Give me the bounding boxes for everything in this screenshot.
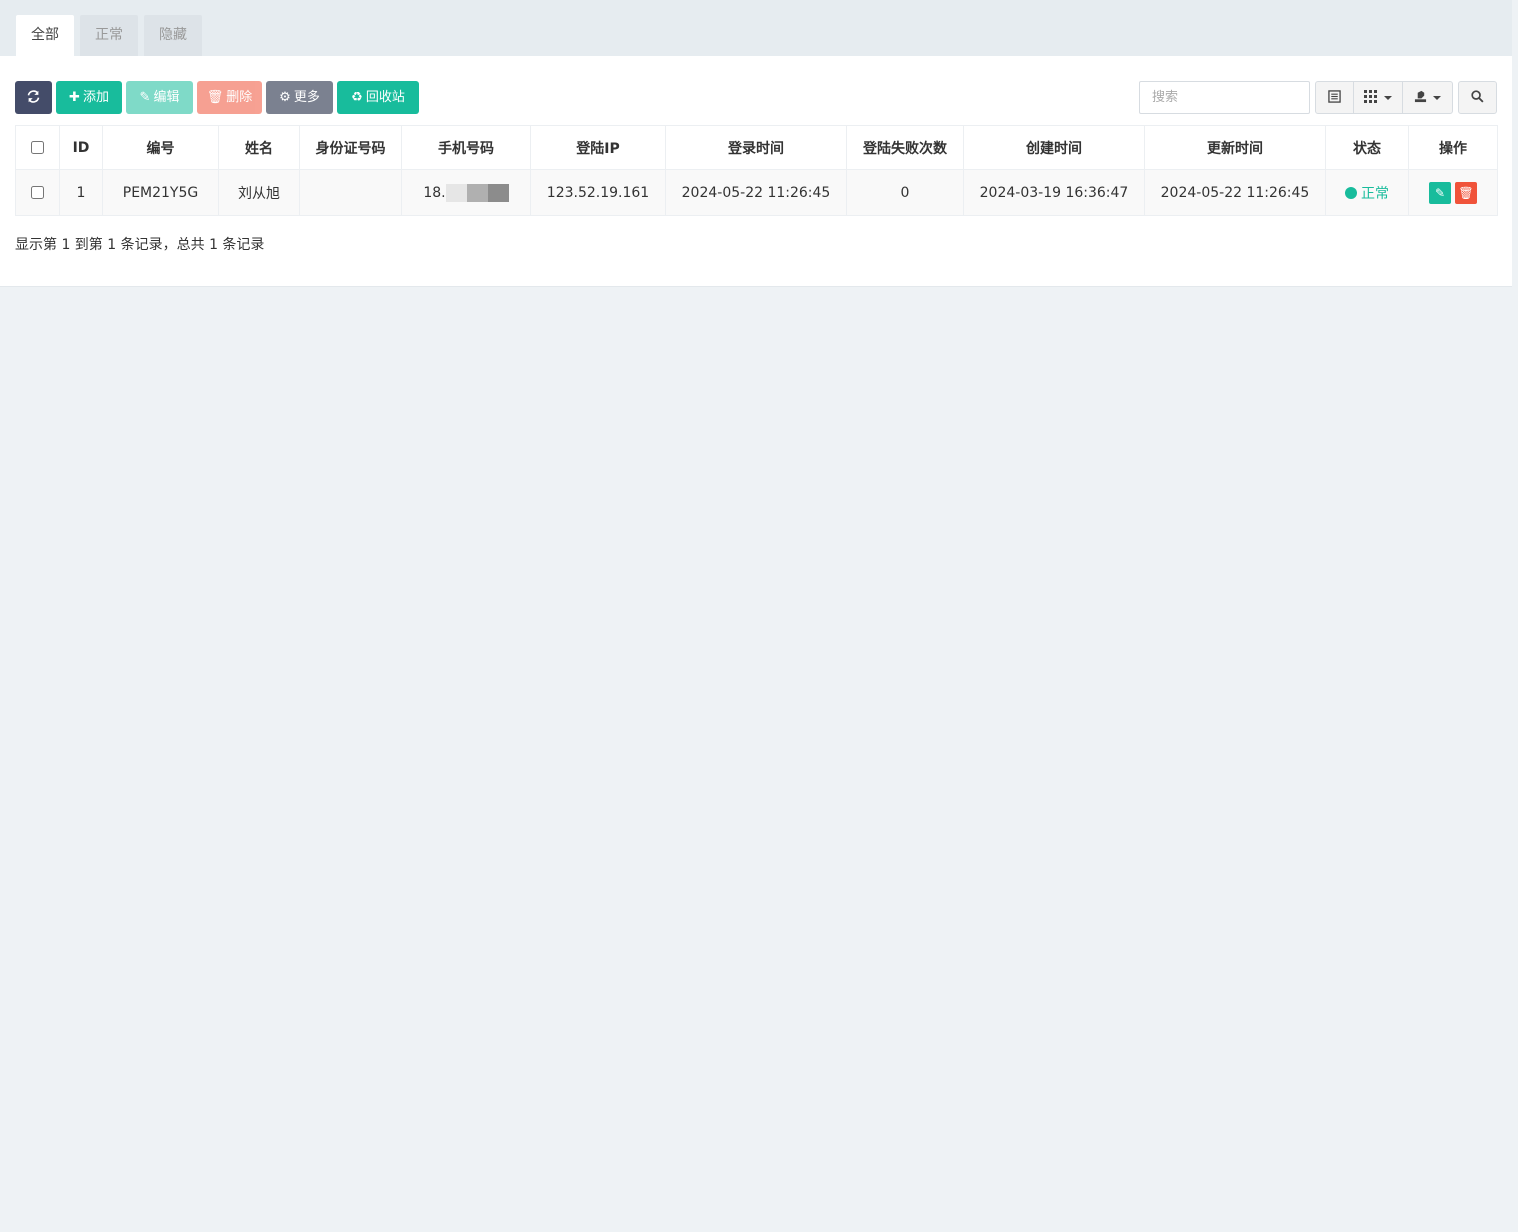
chevron-down-icon	[1433, 95, 1442, 100]
column-header: 操作	[1408, 125, 1498, 170]
cell-updated-at: 2024-05-22 11:26:45	[1144, 169, 1326, 216]
search-icon	[1471, 90, 1484, 103]
column-header[interactable]: 创建时间	[963, 125, 1145, 170]
search-button[interactable]	[1458, 81, 1497, 114]
row-edit-button[interactable]: ✎	[1429, 181, 1451, 204]
column-header[interactable]: 更新时间	[1144, 125, 1326, 170]
tab-normal[interactable]: 正常	[80, 15, 138, 56]
column-header[interactable]: ID	[59, 125, 103, 170]
pencil-icon: ✎	[139, 90, 151, 105]
add-button[interactable]: ✚ 添加	[56, 81, 122, 114]
search-input[interactable]	[1139, 81, 1310, 114]
edit-button[interactable]: ✎ 编辑	[126, 81, 193, 114]
column-header[interactable]: 登陆IP	[530, 125, 666, 170]
add-label: 添加	[82, 90, 109, 105]
recycle-icon: ♻	[351, 90, 363, 105]
cell-name: 刘从旭	[218, 169, 300, 216]
grid-icon	[1364, 90, 1378, 103]
column-header[interactable]: 姓名	[218, 125, 300, 170]
tabs-bar: 全部 正常 隐藏	[0, 0, 1512, 56]
column-header[interactable]: 状态	[1325, 125, 1409, 170]
cell-id-card	[299, 169, 402, 216]
table-header-row: ID 编号 姓名 身份证号码 手机号码 登陆IP 登录时间 登陆失败次数 创建时…	[15, 125, 1498, 170]
recycle-bin-button[interactable]: ♻ 回收站	[337, 81, 419, 114]
trash-icon: 🗑	[206, 90, 224, 105]
select-all-checkbox[interactable]	[31, 141, 44, 154]
phone-text: 18.	[423, 184, 446, 201]
table-row[interactable]: 1 PEM21Y5G 刘从旭 18. 123.52.19.161 2024-05…	[15, 169, 1498, 216]
cell-login-time: 2024-05-22 11:26:45	[665, 169, 847, 216]
status-label: 正常	[1361, 185, 1389, 202]
columns-button[interactable]	[1353, 81, 1403, 114]
cell-code: PEM21Y5G	[102, 169, 219, 216]
gear-icon: ⚙	[279, 90, 291, 105]
redaction-block	[445, 183, 467, 202]
data-table: ID 编号 姓名 身份证号码 手机号码 登陆IP 登录时间 登陆失败次数 创建时…	[15, 125, 1498, 216]
column-header[interactable]: 身份证号码	[299, 125, 402, 170]
redaction-block	[466, 183, 488, 202]
status-badge[interactable]: 正常	[1345, 186, 1389, 202]
refresh-icon	[27, 90, 40, 103]
cell-created-at: 2024-03-19 16:36:47	[963, 169, 1145, 216]
row-select-cell	[15, 169, 60, 216]
cell-status: 正常	[1325, 169, 1409, 216]
select-all-cell	[15, 125, 60, 170]
pagination-summary: 显示第 1 到第 1 条记录，总共 1 条记录	[15, 237, 265, 253]
column-header[interactable]: 手机号码	[401, 125, 531, 170]
chevron-down-icon	[1383, 95, 1392, 100]
row-delete-button[interactable]: 🗑	[1455, 181, 1477, 204]
list-view-icon	[1328, 90, 1341, 103]
cell-phone: 18.	[401, 169, 531, 216]
delete-label: 删除	[226, 90, 253, 105]
column-header[interactable]: 登录时间	[665, 125, 847, 170]
cell-login-ip: 123.52.19.161	[530, 169, 666, 216]
cell-id: 1	[59, 169, 103, 216]
content-panel: ✚ 添加 ✎ 编辑 🗑 删除 ⚙ 更多 ♻ 回收站 搜索 ID 编号 姓名 身份…	[0, 56, 1512, 287]
status-dot-icon	[1345, 186, 1357, 199]
export-button[interactable]	[1402, 81, 1453, 114]
more-label: 更多	[293, 90, 320, 105]
delete-button[interactable]: 🗑 删除	[197, 81, 262, 114]
column-header[interactable]: 编号	[102, 125, 219, 170]
toggle-view-button[interactable]	[1315, 81, 1354, 114]
phone-wrap: 18.	[423, 183, 509, 202]
pencil-icon: ✎	[1434, 185, 1446, 200]
cell-login-failures: 0	[846, 169, 964, 216]
trash-icon: 🗑	[1458, 185, 1474, 200]
tab-all[interactable]: 全部	[16, 15, 74, 56]
more-button[interactable]: ⚙ 更多	[266, 81, 333, 114]
edit-label: 编辑	[153, 90, 180, 105]
redaction-block	[487, 183, 509, 202]
recycle-label: 回收站	[365, 90, 405, 105]
row-checkbox[interactable]	[31, 186, 44, 199]
tab-hidden[interactable]: 隐藏	[144, 15, 202, 56]
export-icon	[1414, 90, 1426, 103]
refresh-button[interactable]	[15, 81, 52, 114]
cell-actions: ✎ 🗑	[1408, 169, 1498, 216]
column-header[interactable]: 登陆失败次数	[846, 125, 964, 170]
plus-icon: ✚	[69, 90, 80, 105]
